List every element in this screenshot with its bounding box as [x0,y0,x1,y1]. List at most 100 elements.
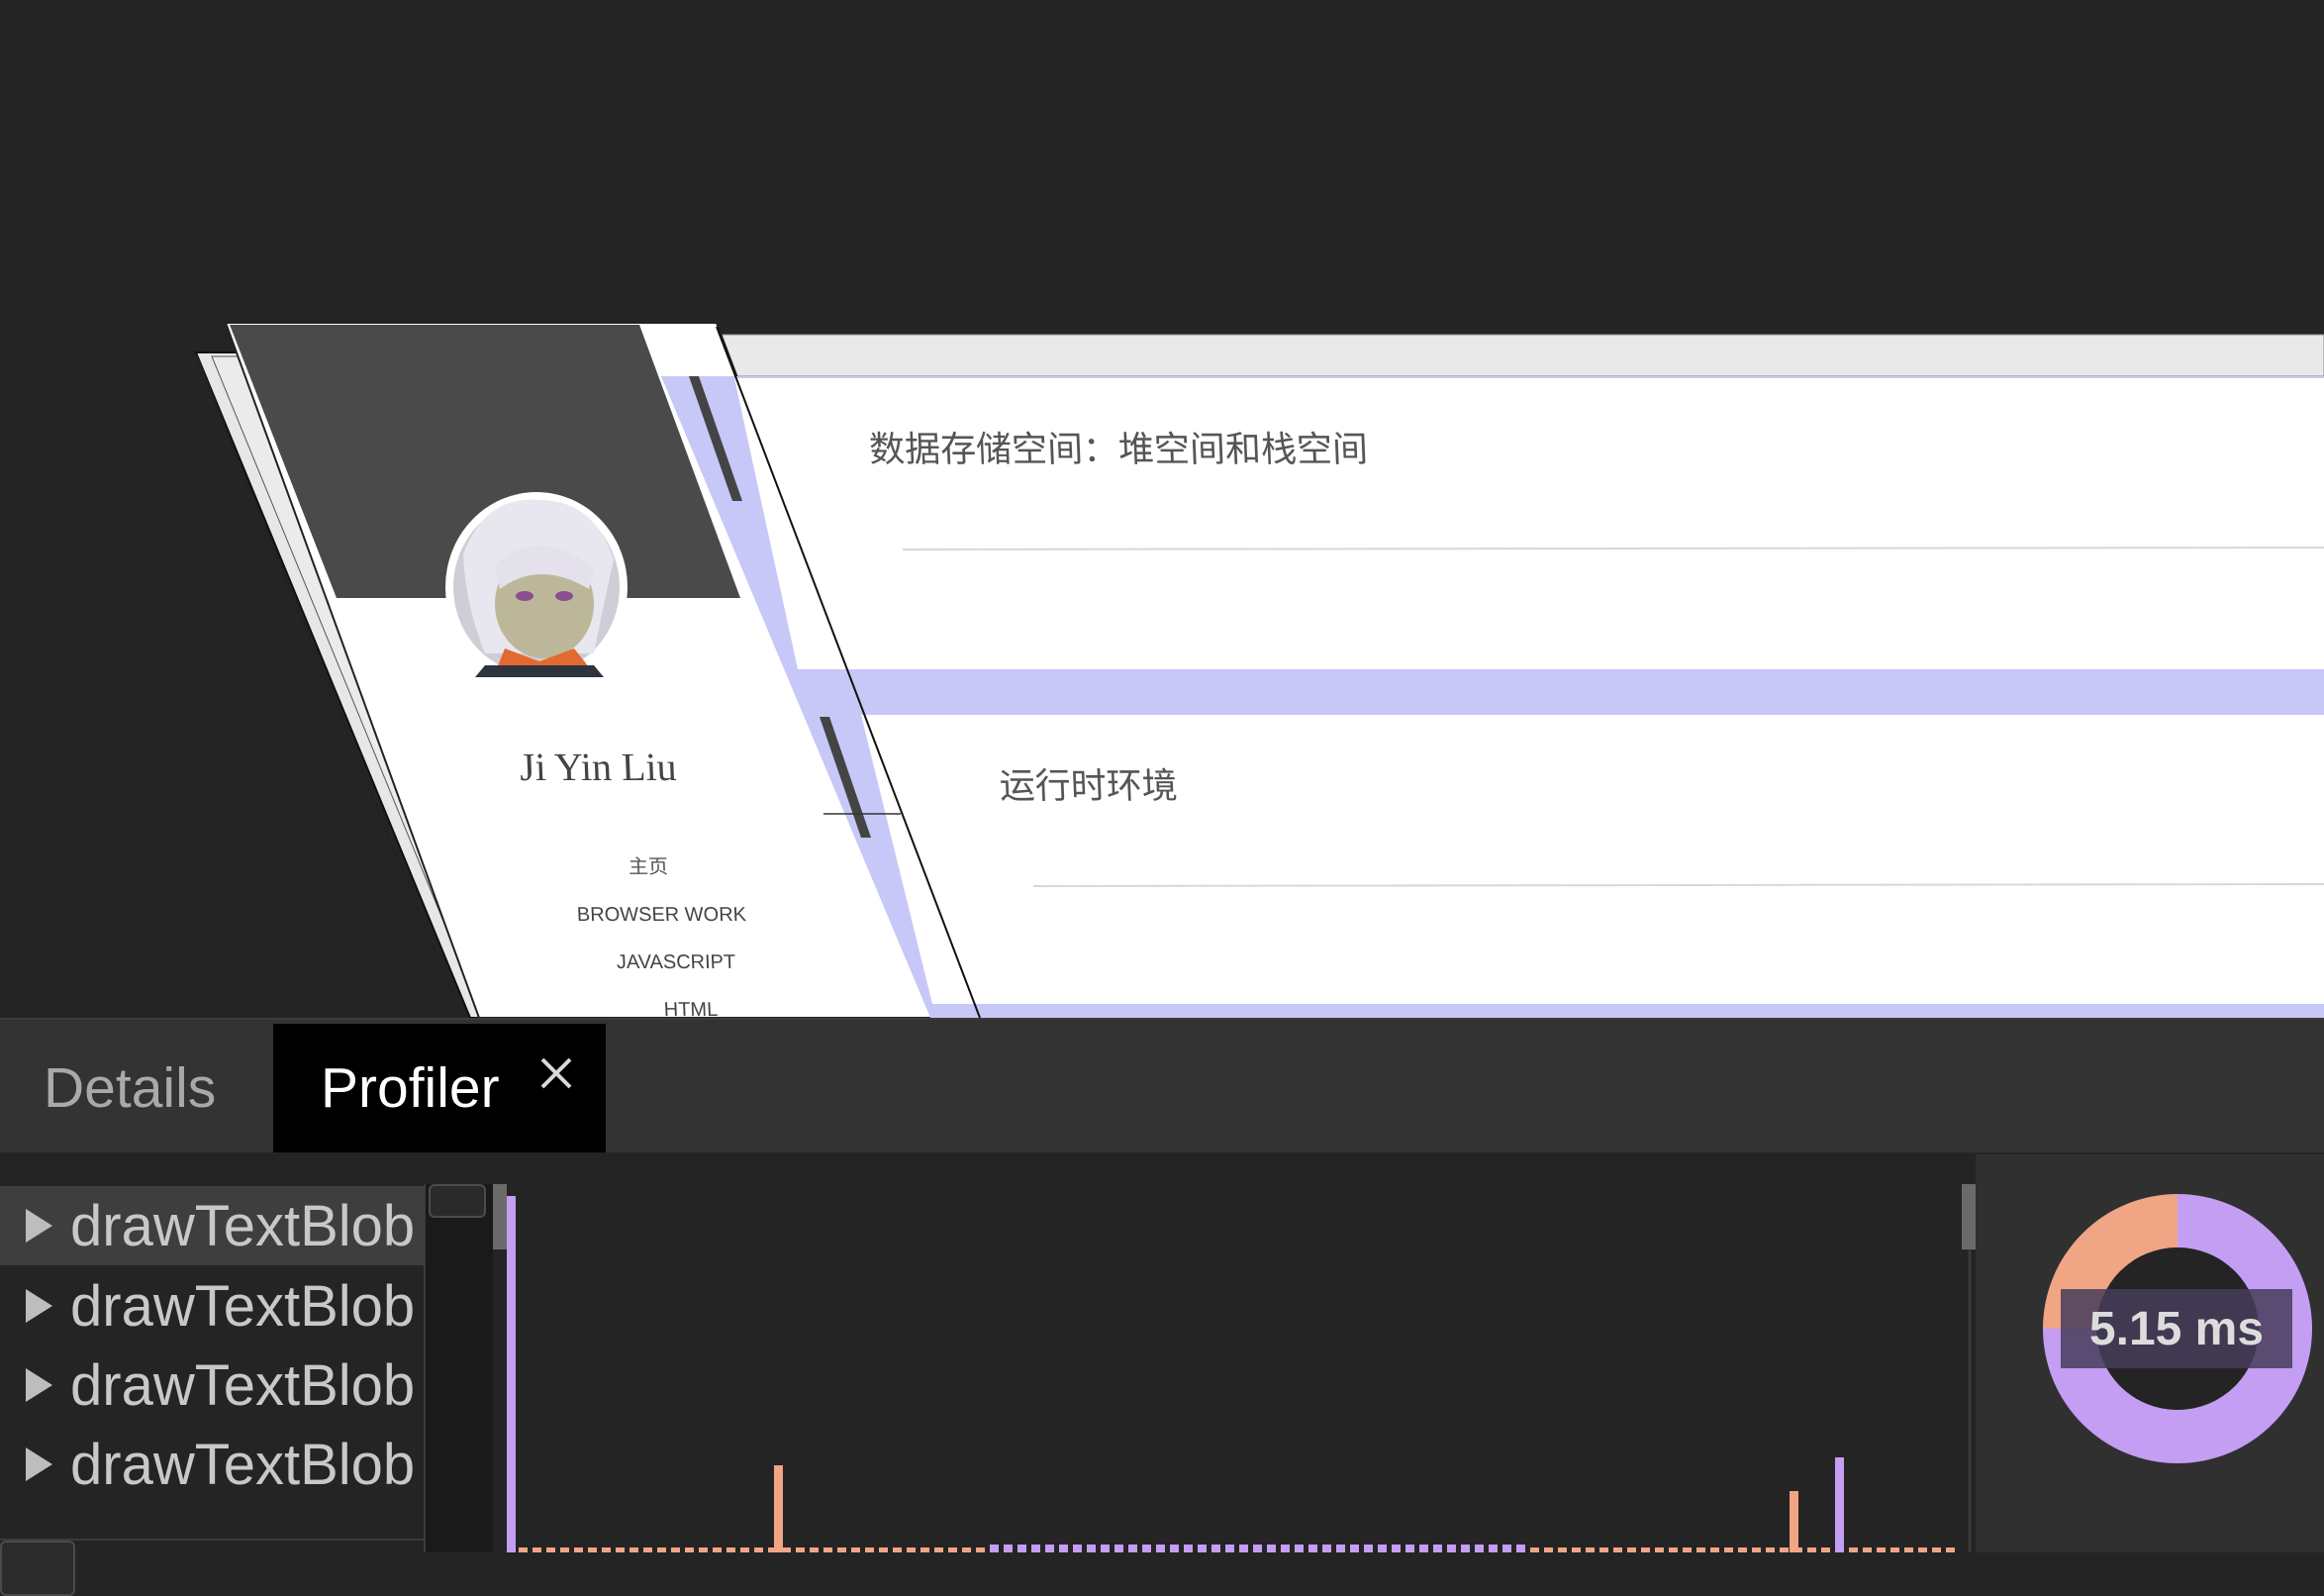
histogram-bar [754,1547,763,1552]
histogram-bar [643,1547,652,1552]
list-resize-corner[interactable] [0,1541,75,1596]
histogram-bar [1627,1547,1636,1552]
histogram-bar [1447,1545,1456,1552]
histogram-bar [616,1547,625,1552]
list-scrollbar[interactable] [424,1184,493,1552]
histogram-bar [1835,1457,1844,1552]
histogram-bar [1378,1545,1387,1552]
histogram-bar [1392,1545,1401,1552]
range-handle-left[interactable] [493,1184,507,1249]
histogram-bar [1170,1545,1179,1552]
histogram-bar [1267,1545,1276,1552]
histogram-bar [865,1547,874,1552]
tab-profiler[interactable]: Profiler [273,1024,606,1152]
avatar [445,492,628,682]
histogram-bar [507,1196,516,1552]
layers-3d-viewport[interactable]: Ji Yin Liu 主页 BROWSER WORK JAVASCRIPT HT… [0,0,2324,1018]
histogram-bar [1364,1545,1373,1552]
page-header-strip [642,334,2324,377]
expand-arrow-icon[interactable] [26,1447,52,1481]
scrollbar-thumb[interactable] [429,1184,486,1218]
nav-item-html[interactable]: HTML [663,999,718,1018]
histogram-bar [1766,1547,1775,1552]
timeline-histogram[interactable] [493,1184,1976,1552]
histogram-bar [1946,1547,1955,1552]
list-item[interactable]: drawTextBlob [0,1346,424,1425]
histogram-bar [588,1547,597,1552]
histogram-bar [1890,1547,1899,1552]
histogram-bar [1918,1547,1927,1552]
expand-arrow-icon[interactable] [26,1368,52,1402]
histogram-bar [1544,1547,1553,1552]
histogram-bar [574,1547,583,1552]
histogram-bar [1239,1545,1248,1552]
expand-arrow-icon[interactable] [26,1209,52,1243]
expand-arrow-icon[interactable] [26,1289,52,1323]
list-item[interactable]: drawTextBlob [0,1425,424,1504]
histogram-bar [1031,1545,1040,1552]
histogram-bar [796,1547,805,1552]
histogram-bar [1877,1547,1886,1552]
histogram-bar [1350,1545,1359,1552]
histogram-bar [560,1547,569,1552]
histogram-bar [1225,1545,1234,1552]
histogram-bar [1821,1547,1830,1552]
tab-details[interactable]: Details [0,1024,273,1152]
nav-item-javascript[interactable]: JAVASCRIPT [616,951,735,973]
histogram-bar [519,1547,528,1552]
histogram-bar [671,1547,680,1552]
list-item-label: drawTextBlob [70,1273,416,1339]
nav-item-browser-work[interactable]: BROWSER WORK [577,904,748,926]
histogram-bar [1932,1547,1941,1552]
card-2-title[interactable]: 运行时环境 [999,766,1179,807]
list-item[interactable]: drawTextBlob [0,1266,424,1346]
close-icon[interactable] [534,1051,578,1095]
histogram-bar [1475,1545,1484,1552]
nav-item-home[interactable]: 主页 [629,855,669,878]
histogram-bar [726,1547,735,1552]
histogram-bar [1599,1547,1608,1552]
histogram-bar [546,1547,555,1552]
histogram-bar [1087,1545,1096,1552]
card-1-layer [734,378,2324,669]
histogram-bar [1059,1545,1068,1552]
histogram-bar [1184,1545,1193,1552]
histogram-bar [602,1547,611,1552]
histogram-bar [713,1547,722,1552]
histogram-bar [1530,1547,1539,1552]
histogram-bar [1502,1545,1511,1552]
histogram-bar [1780,1547,1789,1552]
histogram-bar [1101,1545,1110,1552]
range-handle-right[interactable] [1962,1184,1976,1249]
histogram-bar [1710,1547,1719,1552]
histogram-bar [1849,1547,1858,1552]
histogram-bar [1114,1545,1123,1552]
histogram-bar [1419,1545,1428,1552]
histogram-bar [1198,1545,1207,1552]
histogram-bar [1738,1547,1747,1552]
histogram-bar [1724,1547,1733,1552]
histogram-bar [1461,1545,1470,1552]
histogram-bar [1128,1545,1137,1552]
histogram-bar [699,1547,708,1552]
list-item[interactable]: drawTextBlob [0,1186,424,1265]
histogram-bar [1405,1545,1414,1552]
histogram-bar [1211,1545,1220,1552]
histogram-bar [920,1547,929,1552]
profiler-panel: Details Profiler drawTextBlob drawTextBl… [0,1018,2324,1596]
list-item-label: drawTextBlob [70,1352,416,1418]
histogram-bar [1142,1545,1151,1552]
histogram-bars [507,1196,1955,1552]
histogram-bar [879,1547,888,1552]
card-1-title[interactable]: 数据存储空间：堆空间和栈空间 [868,430,1368,470]
histogram-bar [1516,1545,1525,1552]
profile-name: Ji Yin Liu [519,745,677,789]
histogram-bar [1641,1547,1650,1552]
histogram-bar [1696,1547,1705,1552]
card-2-layer [861,715,2324,1004]
layers-canvas: Ji Yin Liu 主页 BROWSER WORK JAVASCRIPT HT… [194,322,2324,1018]
histogram-bar [774,1465,783,1552]
histogram-bar [990,1545,999,1552]
histogram-bar [657,1547,666,1552]
histogram-bar [782,1547,791,1552]
